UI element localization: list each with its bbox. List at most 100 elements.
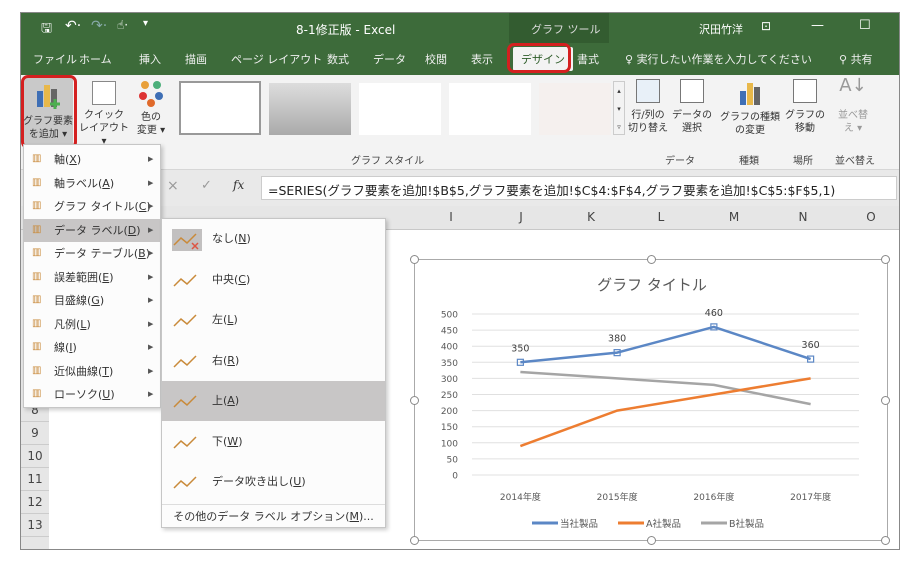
color-palette-icon: [139, 81, 163, 107]
y-tick-label: 400: [441, 343, 458, 353]
tab-formulas[interactable]: 数式: [327, 51, 349, 67]
resize-handle[interactable]: [881, 396, 890, 405]
submenu-arrow-icon: ▶: [148, 296, 154, 304]
tab-draw[interactable]: 描画: [185, 51, 207, 67]
chart-style-1[interactable]: [179, 81, 261, 135]
menu-item[interactable]: ▥ グラフ タイトル(C) ▶: [24, 195, 160, 218]
resize-handle[interactable]: [410, 255, 419, 264]
menu-item[interactable]: ▥ ローソク(U) ▶: [24, 383, 160, 406]
cancel-icon[interactable]: ×: [167, 178, 179, 194]
move-chart-icon: [793, 79, 817, 103]
resize-handle[interactable]: [647, 536, 656, 545]
tell-me-search[interactable]: ♀ 実行したい作業を入力してください: [625, 51, 812, 67]
row-header[interactable]: 10: [21, 445, 49, 468]
minimize-icon[interactable]: —: [811, 18, 824, 33]
chart-title-icon: ▥: [32, 200, 42, 211]
submenu-item[interactable]: 上(A): [162, 381, 385, 421]
legend-icon: ▥: [32, 317, 42, 329]
submenu-item[interactable]: 中央(C): [162, 260, 385, 300]
resize-handle[interactable]: [881, 255, 890, 264]
row-header[interactable]: 9: [21, 422, 49, 445]
data-label: 350: [511, 343, 529, 354]
menu-item[interactable]: ▥ 凡例(L) ▶: [24, 313, 160, 336]
redo-icon[interactable]: ↷·: [91, 18, 107, 34]
select-data-button[interactable]: データの 選択: [671, 79, 713, 135]
submenu-item[interactable]: なし(N): [162, 219, 385, 259]
submenu-item[interactable]: データ吹き出し(U): [162, 462, 385, 502]
ribbon-tabs: ファイル ホーム 挿入 描画 ページ レイアウト 数式 データ 校閲 表示 デザ…: [21, 43, 899, 75]
resize-handle[interactable]: [881, 536, 890, 545]
data-callout-icon: [173, 476, 197, 489]
tab-view[interactable]: 表示: [471, 51, 493, 67]
menu-item[interactable]: ▥ 近似曲線(T) ▶: [24, 360, 160, 383]
maximize-icon[interactable]: ☐: [859, 18, 871, 33]
resize-handle[interactable]: [647, 255, 656, 264]
submenu-item[interactable]: 右(R): [162, 341, 385, 381]
label-center-icon: [173, 273, 197, 287]
formula-input[interactable]: =SERIES(グラフ要素を追加!$B$5,グラフ要素を追加!$C$4:$F$4…: [261, 176, 897, 200]
menu-item[interactable]: ▥ データ ラベル(D) ▶: [24, 218, 160, 242]
tab-review[interactable]: 校閲: [425, 51, 447, 67]
change-colors-button[interactable]: 色の 変更 ▾: [133, 79, 169, 137]
chart-style-3[interactable]: [359, 83, 441, 135]
series-line-1: [519, 377, 811, 448]
tab-data[interactable]: データ: [373, 51, 406, 67]
y-tick-label: 250: [441, 391, 458, 401]
customize-icon[interactable]: ▾: [143, 18, 148, 29]
menu-item[interactable]: ▥ 目盛線(G) ▶: [24, 289, 160, 312]
undo-icon[interactable]: ↶·: [65, 18, 81, 34]
tab-insert[interactable]: 挿入: [139, 51, 161, 67]
y-tick-label: 350: [441, 359, 458, 369]
submenu-arrow-icon: ▶: [148, 390, 154, 398]
row-header[interactable]: 12: [21, 491, 49, 514]
user-name[interactable]: 沢田竹洋: [699, 21, 743, 37]
change-chart-type-button[interactable]: グラフの種類 の変更: [719, 79, 781, 137]
enter-icon[interactable]: ✓: [201, 178, 212, 193]
submenu-item[interactable]: 左(L): [162, 300, 385, 340]
styles-scroll[interactable]: ▴ ▾ ▿: [613, 81, 625, 135]
submenu-arrow-icon: ▶: [148, 202, 154, 210]
sort-button[interactable]: A↓ 並べ替え ▾: [833, 77, 873, 135]
menu-item[interactable]: ▥ データ テーブル(B) ▶: [24, 242, 160, 265]
menu-item[interactable]: ▥ 線(I) ▶: [24, 336, 160, 359]
column-header[interactable]: N: [793, 210, 813, 224]
column-header[interactable]: J: [511, 210, 531, 224]
chart-object[interactable]: グラフ タイトル 0 50 100 150 200 250 300 350 400 450 500 20…: [410, 255, 890, 545]
move-chart-button[interactable]: グラフの 移動: [785, 79, 825, 135]
lines-icon: ▥: [32, 341, 42, 352]
column-header[interactable]: I: [441, 210, 461, 224]
tab-home[interactable]: ホーム: [79, 51, 112, 67]
resize-handle[interactable]: [410, 396, 419, 405]
row-header[interactable]: 11: [21, 468, 49, 491]
touch-mode-icon[interactable]: ☝·: [117, 18, 128, 32]
sort-group-label: 並べ替え: [835, 156, 875, 167]
switch-row-column-button[interactable]: 行/列の 切り替え: [627, 79, 669, 135]
column-header[interactable]: M: [724, 210, 744, 224]
column-header[interactable]: L: [651, 210, 671, 224]
menu-item[interactable]: ▥ 軸(X) ▶: [24, 148, 160, 171]
ribbon-display-icon[interactable]: ⊡: [761, 19, 771, 33]
resize-handle[interactable]: [410, 536, 419, 545]
highlight-add-element: [21, 75, 77, 149]
insert-function-icon[interactable]: fx: [233, 178, 244, 192]
quick-layout-button[interactable]: クイック レイアウト ▾: [79, 79, 129, 148]
styles-group-label: グラフ スタイル: [351, 156, 425, 167]
chart-style-5[interactable]: [539, 83, 611, 135]
row-header[interactable]: 13: [21, 514, 49, 537]
trendline-icon: ▥: [32, 364, 42, 376]
tab-page-layout[interactable]: ページ レイアウト: [231, 51, 322, 67]
chart-type-icon: [740, 83, 760, 105]
tab-format[interactable]: 書式: [577, 51, 599, 67]
column-header[interactable]: O: [861, 210, 881, 224]
chart-style-2[interactable]: [269, 83, 351, 135]
share-button[interactable]: ⚲ 共有: [839, 51, 873, 67]
more-data-label-options[interactable]: その他のデータ ラベル オプション(M)...: [162, 504, 385, 528]
menu-item[interactable]: ▥ 誤差範囲(E) ▶: [24, 266, 160, 289]
label-right-icon: [173, 354, 197, 368]
menu-item[interactable]: ▥ 軸ラベル(A) ▶: [24, 172, 160, 195]
chart-style-4[interactable]: [449, 83, 531, 135]
tab-file[interactable]: ファイル: [33, 51, 77, 67]
submenu-item[interactable]: 下(W): [162, 422, 385, 462]
column-header[interactable]: K: [581, 210, 601, 224]
save-icon[interactable]: 🖫: [41, 19, 52, 41]
